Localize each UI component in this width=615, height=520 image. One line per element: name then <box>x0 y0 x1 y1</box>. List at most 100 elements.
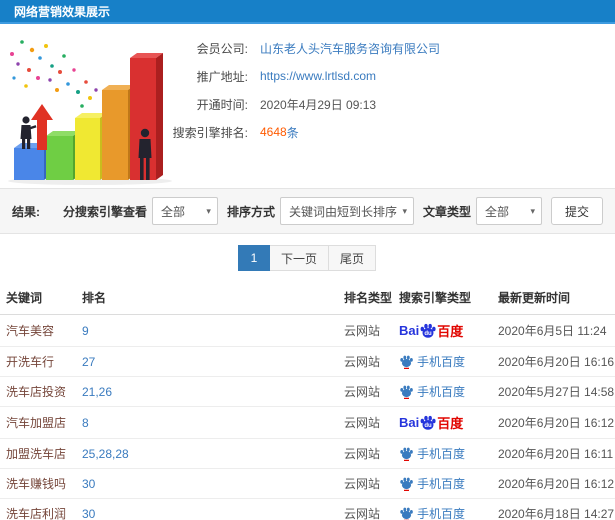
rank-cell[interactable]: 30 <box>82 498 344 520</box>
time-cell: 2020年6月20日 16:11 <box>498 438 615 469</box>
time-cell: 2020年6月18日 14:27 <box>498 498 615 520</box>
table-row: 洗车店投资 21,26 云网站 手机百度 2020年5月27日 14:58 <box>0 376 615 407</box>
baidu-logo: Bai du 百度 <box>399 321 494 340</box>
table-row: 开洗车行 27 云网站 手机百度 2020年6月20日 16:16 <box>0 346 615 377</box>
filter-controls: 分搜索引擎查看 全部 ▾ 排序方式 关键词由短到长排序 ▾ 文章类型 全部 ▾ <box>54 197 542 225</box>
baidu-logo-text-bai: Bai <box>399 415 420 430</box>
page-title: 网络营销效果展示 <box>14 4 111 19</box>
table-row: 洗车店利润 30 云网站 手机百度 2020年6月18日 14:27 <box>0 498 615 520</box>
rank-cell[interactable]: 27 <box>82 346 344 377</box>
engine-cell: Bai du 百度 <box>399 406 498 439</box>
column-header: 关键词 <box>0 281 82 315</box>
column-header: 搜索引擎类型 <box>399 281 498 315</box>
mobile-baidu-label: 手机百度 <box>417 385 466 399</box>
mobile-baidu-logo: 手机百度 <box>399 383 494 400</box>
time-cell: 2020年5月27日 14:58 <box>498 376 615 407</box>
summary-section: 会员公司: 山东老人头汽车服务咨询有限公司 推广地址: https://www.… <box>0 24 615 188</box>
mobile-baidu-logo: 手机百度 <box>399 475 494 492</box>
column-header: 排名 <box>82 281 344 315</box>
info-row: 推广地址: https://www.lrtlsd.com <box>160 62 615 90</box>
chevron-down-icon: ▾ <box>530 205 535 216</box>
pagination-button[interactable]: 尾页 <box>328 245 377 271</box>
rank-type-cell: 云网站 <box>344 406 399 439</box>
chevron-down-icon: ▾ <box>206 205 211 216</box>
filter-select[interactable]: 全部 ▾ <box>475 197 542 225</box>
time-cell: 2020年6月5日 11:24 <box>498 314 615 347</box>
info-row: 会员公司: 山东老人头汽车服务咨询有限公司 <box>160 34 615 62</box>
baidu-paw-icon <box>400 385 413 399</box>
page: 网络营销效果展示 会员公司: 山东老人头汽车服务咨询有限公司 推广地址: htt… <box>0 0 615 520</box>
results-label: 结果: <box>12 204 40 219</box>
results-table: 关键词 排名 排名类型 搜索引擎类型 最新更新时间 汽车美容 9 云网站 Bai du 百度… <box>0 281 615 520</box>
baidu-logo: Bai du 百度 <box>399 413 494 432</box>
rank-type-cell: 云网站 <box>344 376 399 407</box>
info-value[interactable]: https://www.lrtlsd.com <box>260 69 376 83</box>
pagination-button[interactable]: 下一页 <box>268 245 329 271</box>
column-header: 最新更新时间 <box>498 281 615 315</box>
baidu-paw-icon <box>400 507 413 520</box>
time-cell: 2020年6月20日 16:12 <box>498 468 615 499</box>
rank-cell[interactable]: 30 <box>82 468 344 499</box>
info-row: 搜索引擎排名: 4648 条 <box>160 118 615 146</box>
title-bar: 网络营销效果展示 <box>0 0 615 24</box>
baidu-paw-icon: du <box>420 415 436 430</box>
submit-button[interactable]: 提交 <box>550 197 603 225</box>
confetti-dots <box>10 40 98 108</box>
pagination: 1 下一页 尾页 <box>0 245 615 271</box>
rank-type-cell: 云网站 <box>344 346 399 377</box>
keyword-cell: 加盟洗车店 <box>0 438 82 469</box>
rank-type-cell: 云网站 <box>344 468 399 499</box>
keyword-cell: 洗车店利润 <box>0 498 82 520</box>
table-row: 加盟洗车店 25,28,28 云网站 手机百度 2020年6月20日 16:11 <box>0 438 615 469</box>
chevron-down-icon: ▾ <box>402 205 407 216</box>
mobile-baidu-label: 手机百度 <box>417 507 466 520</box>
filter-label: 分搜索引擎查看 <box>62 204 147 219</box>
column-header: 排名类型 <box>344 281 399 315</box>
engine-cell: 手机百度 <box>399 376 498 407</box>
baidu-paw-icon <box>400 477 413 491</box>
mobile-baidu-label: 手机百度 <box>417 447 466 461</box>
keyword-cell: 洗车赚钱吗 <box>0 468 82 499</box>
baidu-logo-text-cn: 百度 <box>437 324 464 339</box>
rank-type-cell: 云网站 <box>344 314 399 347</box>
mobile-baidu-label: 手机百度 <box>417 355 466 369</box>
filter-select[interactable]: 全部 ▾ <box>151 197 218 225</box>
rank-cell[interactable]: 9 <box>82 314 344 347</box>
baidu-logo-text-bai: Bai <box>399 323 420 338</box>
svg-text:du: du <box>425 423 433 429</box>
table-row: 洗车赚钱吗 30 云网站 手机百度 2020年6月20日 16:12 <box>0 468 615 499</box>
engine-cell: 手机百度 <box>399 346 498 377</box>
filter-bar: 结果: 分搜索引擎查看 全部 ▾ 排序方式 关键词由短到长排序 ▾ 文章类型 全部 ▾ 提交 <box>0 188 615 234</box>
table-row: 汽车加盟店 8 云网站 Bai du 百度 2020年6月20日 16:12 <box>0 406 615 439</box>
mobile-baidu-label: 手机百度 <box>417 477 466 491</box>
bar-chart-illustration-svg <box>8 40 172 185</box>
filter-label: 文章类型 <box>422 204 471 219</box>
info-row: 开通时间: 2020年4月29日 09:13 <box>160 90 615 118</box>
time-cell: 2020年6月20日 16:16 <box>498 346 615 377</box>
account-info-panel: 会员公司: 山东老人头汽车服务咨询有限公司 推广地址: https://www.… <box>160 24 615 146</box>
rank-cell[interactable]: 8 <box>82 406 344 439</box>
pagination-button[interactable]: 1 <box>237 245 270 271</box>
svg-text:du: du <box>425 331 433 337</box>
rank-type-cell: 云网站 <box>344 498 399 520</box>
bar-chart-illustration <box>2 28 177 186</box>
engine-cell: 手机百度 <box>399 468 498 499</box>
mobile-baidu-logo: 手机百度 <box>399 445 494 462</box>
rank-cell[interactable]: 21,26 <box>82 376 344 407</box>
select-value: 全部 <box>484 204 509 219</box>
mobile-baidu-logo: 手机百度 <box>399 353 494 370</box>
baidu-paw-icon <box>400 355 413 369</box>
engine-cell: 手机百度 <box>399 498 498 520</box>
info-value[interactable]: 山东老人头汽车服务咨询有限公司 <box>260 40 440 57</box>
engine-cell: 手机百度 <box>399 438 498 469</box>
bar-green <box>46 131 80 180</box>
keyword-cell: 开洗车行 <box>0 346 82 377</box>
keyword-cell: 汽车美容 <box>0 314 82 347</box>
filter-select[interactable]: 关键词由短到长排序 ▾ <box>279 197 414 225</box>
baidu-logo-text-cn: 百度 <box>437 416 464 431</box>
filter-label: 排序方式 <box>226 204 275 219</box>
time-cell: 2020年6月20日 16:12 <box>498 406 615 439</box>
engine-cell: Bai du 百度 <box>399 314 498 347</box>
rank-cell[interactable]: 25,28,28 <box>82 438 344 469</box>
mobile-baidu-logo: 手机百度 <box>399 505 494 520</box>
